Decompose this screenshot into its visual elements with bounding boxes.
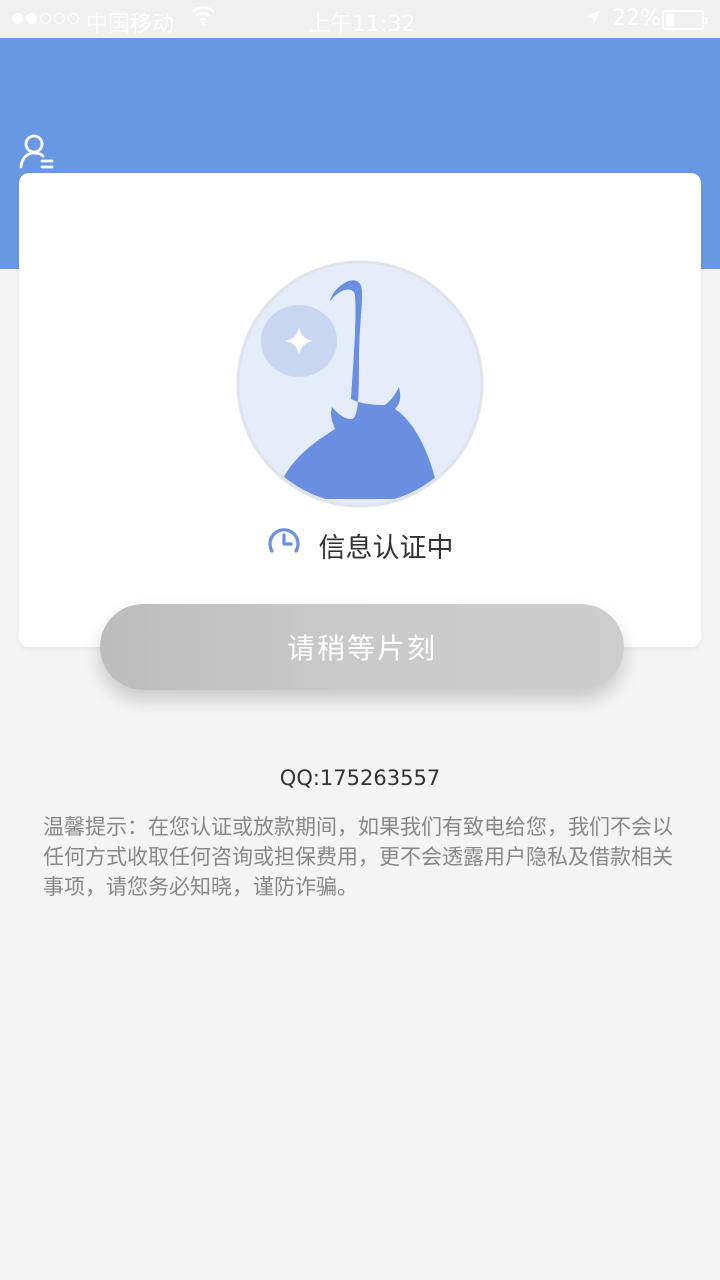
user-list-icon[interactable] [18, 133, 58, 173]
carrier-name: 中国移动 [86, 12, 175, 37]
wifi-icon [190, 4, 216, 32]
clock-icon [267, 526, 301, 564]
battery-icon [662, 10, 708, 30]
status-bar: 中国移动 上午11:32 22% [0, 0, 720, 38]
verification-card: 信息认证中 [19, 173, 701, 647]
warning-tip: 温馨提示：在您认证或放款期间，如果我们有致电给您，我们不会以任何方式收取任何咨询… [43, 815, 673, 899]
battery-percentage: 22% [612, 6, 661, 31]
verification-status: 信息认证中 [19, 525, 701, 565]
please-wait-button[interactable]: 请稍等片刻 [100, 604, 624, 690]
money-bag-icon [235, 259, 485, 509]
signal-strength-icon [12, 13, 79, 24]
status-text: 信息认证中 [318, 532, 454, 564]
qq-contact: QQ:175263557 [279, 766, 441, 790]
clock-time: 上午11:32 [308, 12, 416, 37]
location-arrow-icon [584, 6, 602, 34]
